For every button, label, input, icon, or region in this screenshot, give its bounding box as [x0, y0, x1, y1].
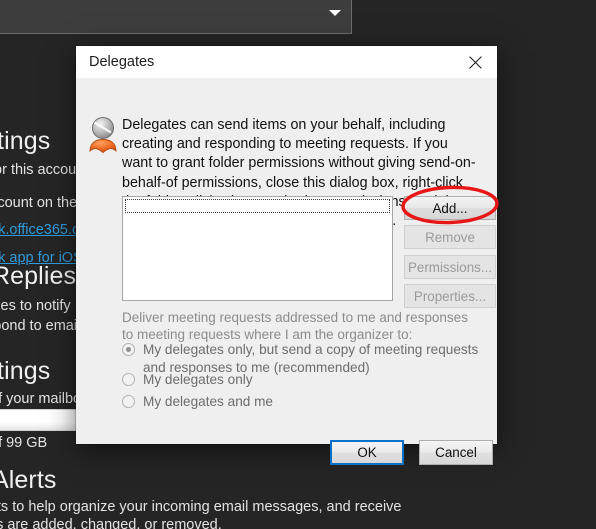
dialog-title: Delegates	[89, 54, 155, 70]
add-button[interactable]: Add...	[404, 196, 496, 220]
permissions-button: Permissions...	[404, 255, 496, 279]
delegates-dialog: Delegates Delegates can send items on yo…	[76, 46, 499, 465]
radio-selected-icon	[122, 343, 135, 356]
bg-account-line: account on the	[0, 195, 78, 211]
cancel-button[interactable]: Cancel	[419, 440, 493, 465]
deliver-requests-label: Deliver meeting requests addressed to me…	[122, 310, 468, 342]
radio-delegates-only[interactable]: My delegates only	[122, 371, 253, 389]
remove-button: Remove	[404, 225, 496, 249]
bg-replies-line1: plies to notify	[0, 298, 71, 314]
listbox-focus-indicator	[125, 199, 390, 213]
properties-button: Properties...	[404, 284, 496, 308]
close-icon[interactable]	[453, 46, 497, 78]
bg-storage-heading: ttings	[0, 357, 51, 385]
bg-alerts-line2: ms are added, changed, or removed.	[0, 517, 222, 529]
radio-unselected-icon	[122, 395, 135, 408]
radio-delegates-and-me[interactable]: My delegates and me	[122, 393, 273, 411]
dialog-body: Delegates can send items on your behalf,…	[76, 78, 499, 465]
bg-alerts-heading: Alerts	[0, 466, 57, 494]
delegate-person-icon	[89, 117, 117, 154]
radio-label: My delegates only	[143, 372, 253, 387]
account-dropdown[interactable]	[0, 0, 352, 34]
chevron-down-icon	[329, 10, 341, 16]
radio-label: My delegates and me	[143, 394, 273, 409]
bg-storage-subtext: of your mailbo	[0, 391, 82, 407]
screen: ttings for this accoun account on the oo…	[0, 0, 596, 529]
bg-storage-quota: of 99 GB	[0, 435, 48, 451]
delegates-listbox[interactable]	[122, 196, 393, 301]
bg-replies-line2: spond to emai	[0, 318, 78, 334]
bg-settings-subtext: for this accoun	[0, 162, 85, 178]
bg-settings-heading: ttings	[0, 127, 51, 155]
dialog-titlebar: Delegates	[76, 46, 497, 78]
bg-link-office365[interactable]: ook.office365.c	[0, 222, 79, 238]
radio-unselected-icon	[122, 373, 135, 386]
ok-button[interactable]: OK	[330, 440, 404, 465]
